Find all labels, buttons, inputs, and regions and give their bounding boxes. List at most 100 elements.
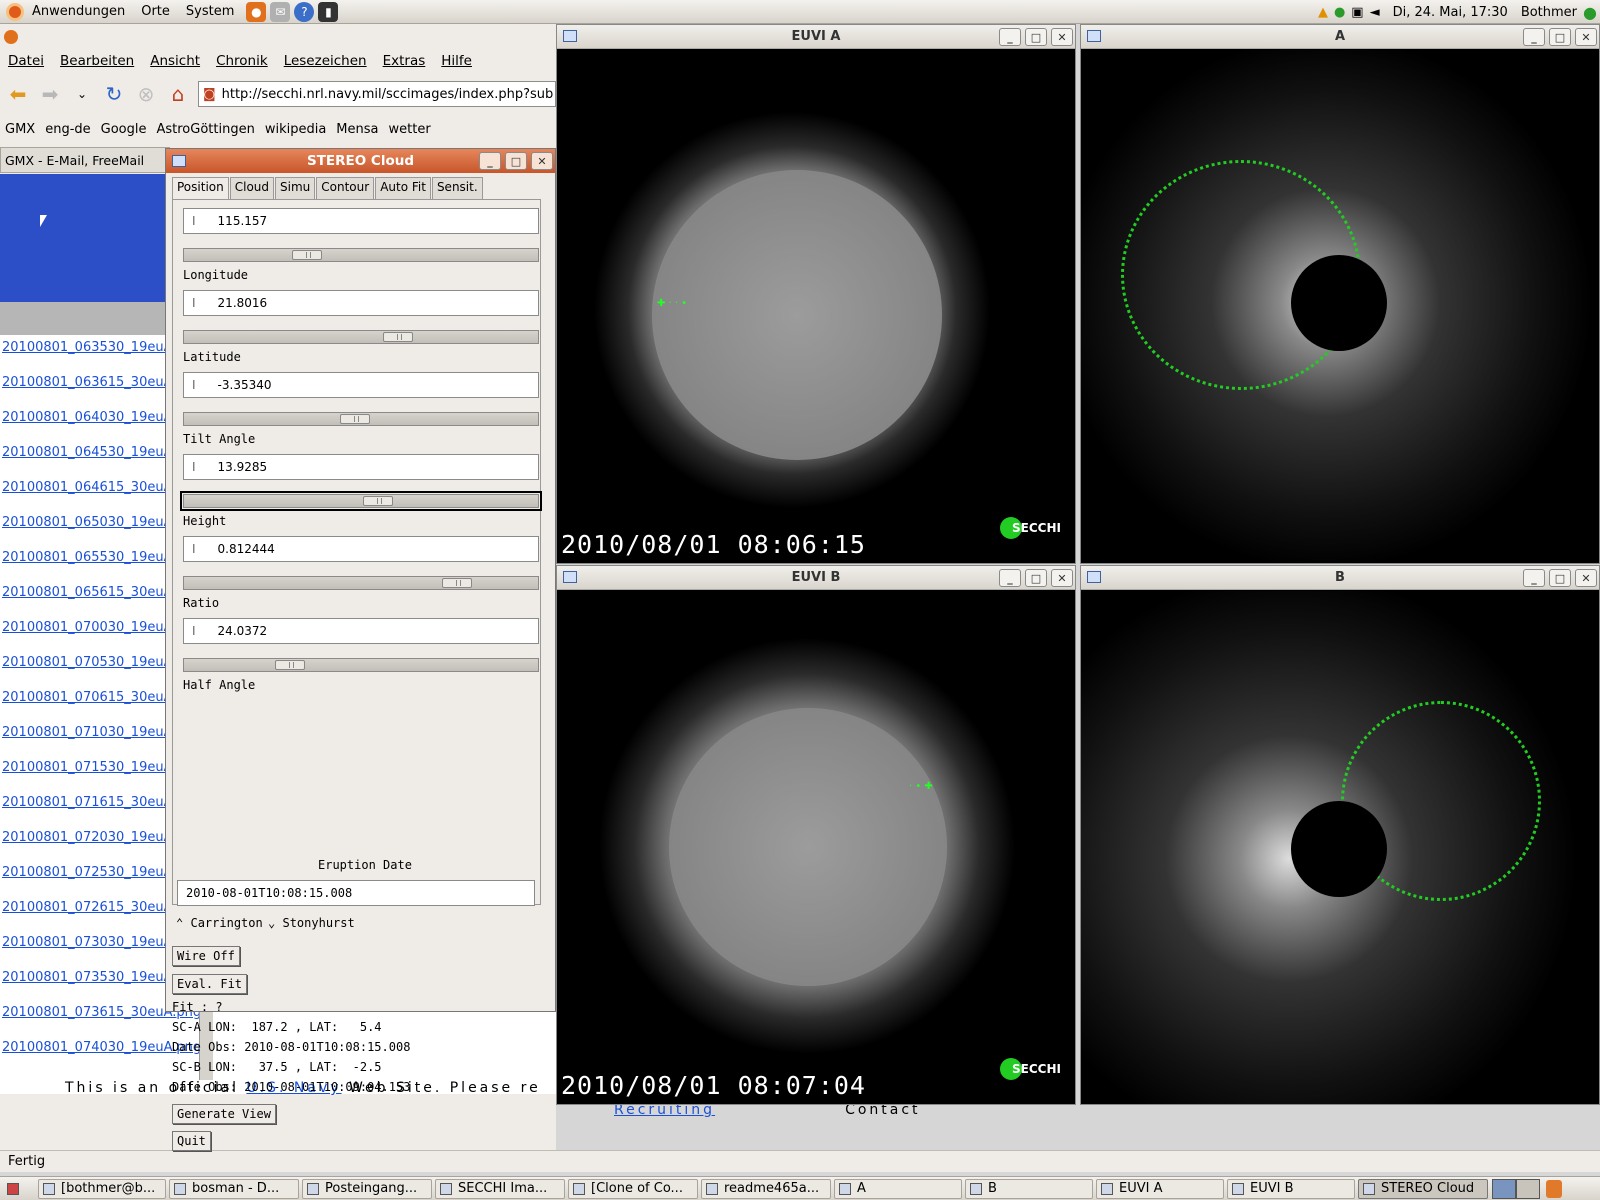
slider-knob[interactable] xyxy=(441,578,472,588)
maximize-button[interactable]: □ xyxy=(1025,569,1047,587)
menu-lesezeichen[interactable]: Lesezeichen xyxy=(276,53,375,69)
menu-bearbeiten[interactable]: Bearbeiten xyxy=(52,53,142,69)
param-input-1[interactable]: I 21.8016 xyxy=(183,290,539,316)
param-input-5[interactable]: I 24.0372 xyxy=(183,618,539,644)
slider-knob[interactable] xyxy=(382,332,413,342)
radio-carrington[interactable]: ⌃ Carrington xyxy=(176,916,263,930)
minimize-button[interactable]: _ xyxy=(1523,28,1545,46)
browser-tab[interactable]: GMX - E-Mail, FreeMail xyxy=(0,147,170,173)
param-input-4[interactable]: I 0.812444 xyxy=(183,536,539,562)
bookmark-eng-de[interactable]: eng-de xyxy=(40,122,95,137)
wire-off-button[interactable]: Wire Off xyxy=(172,946,240,966)
menu-applications[interactable]: Anwendungen xyxy=(24,4,133,19)
bookmark-mensa[interactable]: Mensa xyxy=(331,122,383,137)
tab-auto-fit[interactable]: Auto Fit xyxy=(375,177,431,199)
history-dropdown-icon[interactable]: ⌄ xyxy=(68,80,96,108)
maximize-button[interactable]: □ xyxy=(1549,569,1571,587)
param-input-0[interactable]: I 115.157 xyxy=(183,208,539,234)
maximize-button[interactable]: □ xyxy=(1025,28,1047,46)
maximize-button[interactable]: □ xyxy=(1549,28,1571,46)
taskbar-item[interactable]: A xyxy=(834,1178,962,1199)
menu-datei[interactable]: Datei xyxy=(0,53,52,69)
window-euvi-a[interactable]: EUVI A _ □ ✕ ✚ · · • 2010/08/01 08:06:15 S… xyxy=(556,24,1076,564)
slider-knob[interactable] xyxy=(340,414,371,424)
url-bar[interactable]: ◙ http://secchi.nrl.navy.mil/sccimages/in… xyxy=(198,81,556,107)
eval-fit-button[interactable]: Eval. Fit xyxy=(172,974,248,994)
terminal-launcher-icon[interactable]: ▮ xyxy=(318,1,339,22)
taskbar-item[interactable]: [bothmer@b... xyxy=(38,1178,166,1199)
tab-cloud[interactable]: Cloud xyxy=(229,177,275,199)
param-slider-4[interactable] xyxy=(183,576,539,590)
minimize-button[interactable]: _ xyxy=(1523,569,1545,587)
taskbar-item[interactable]: B xyxy=(965,1178,1093,1199)
close-button[interactable]: ✕ xyxy=(1575,569,1597,587)
window-b[interactable]: B _ □ ✕ xyxy=(1080,565,1600,1105)
cor-a-image[interactable] xyxy=(1081,50,1599,563)
param-slider-5[interactable] xyxy=(183,658,539,672)
menu-ansicht[interactable]: Ansicht xyxy=(142,53,208,69)
taskbar-item[interactable]: EUVI A xyxy=(1096,1178,1224,1199)
taskbar-item[interactable]: bosman - D... xyxy=(169,1178,299,1199)
stop-icon[interactable]: ⊗ xyxy=(132,80,160,108)
bookmark-google[interactable]: Google xyxy=(96,122,152,137)
menu-places[interactable]: Orte xyxy=(133,4,178,19)
close-button[interactable]: ✕ xyxy=(1575,28,1597,46)
firefox-launcher-icon[interactable]: ● xyxy=(246,1,267,22)
workspace-1[interactable] xyxy=(1492,1178,1516,1199)
param-slider-0[interactable] xyxy=(183,248,539,262)
close-button[interactable]: ✕ xyxy=(531,152,553,170)
firefox-window-icon[interactable] xyxy=(4,30,18,44)
volume-icon[interactable]: ◄ xyxy=(1370,5,1380,20)
tab-contour[interactable]: Contour xyxy=(316,177,375,199)
status-online-icon[interactable]: ● xyxy=(1583,3,1597,22)
taskbar-item[interactable]: Posteingang... xyxy=(302,1178,432,1199)
slider-knob[interactable] xyxy=(291,250,322,260)
menu-chronik[interactable]: Chronik xyxy=(208,53,276,69)
param-input-2[interactable]: I -3.35340 xyxy=(183,372,539,398)
dialog-titlebar[interactable]: STEREO Cloud _ □ ✕ xyxy=(166,149,555,173)
tab-position[interactable]: Position xyxy=(172,177,229,199)
slider-knob[interactable] xyxy=(363,496,394,506)
bookmark-wetter[interactable]: wetter xyxy=(384,122,436,137)
bookmark-wikipedia[interactable]: wikipedia xyxy=(260,122,331,137)
taskbar-item[interactable]: STEREO Cloud xyxy=(1358,1178,1488,1199)
window-a[interactable]: A _ □ ✕ xyxy=(1080,24,1600,564)
euvi-b-image[interactable]: · • ✚ 2010/08/01 08:07:04 SECCHI xyxy=(557,591,1075,1104)
workspace-2[interactable] xyxy=(1516,1178,1540,1199)
warning-icon[interactable]: ▲ xyxy=(1318,5,1328,20)
quit-button[interactable]: Quit xyxy=(172,1131,211,1151)
menu-system[interactable]: System xyxy=(178,4,242,19)
close-button[interactable]: ✕ xyxy=(1051,28,1073,46)
workspace-switcher[interactable] xyxy=(1492,1178,1540,1199)
show-desktop-icon[interactable] xyxy=(3,1179,35,1199)
close-button[interactable]: ✕ xyxy=(1051,569,1073,587)
param-slider-1[interactable] xyxy=(183,330,539,344)
taskbar-item[interactable]: readme465a... xyxy=(701,1178,831,1199)
eruption-date-input[interactable]: 2010-08-01T10:08:15.008 xyxy=(177,880,535,906)
param-input-3[interactable]: I 13.9285 xyxy=(183,454,539,480)
help-launcher-icon[interactable]: ? xyxy=(294,1,315,22)
slider-knob[interactable] xyxy=(275,660,306,670)
maximize-button[interactable]: □ xyxy=(505,152,527,170)
reload-icon[interactable]: ↻ xyxy=(100,80,128,108)
generate-view-button[interactable]: Generate View xyxy=(172,1104,276,1124)
network-icon[interactable]: ▣ xyxy=(1351,5,1363,20)
minimize-button[interactable]: _ xyxy=(999,28,1021,46)
trash-icon[interactable] xyxy=(1546,1179,1562,1198)
taskbar-item[interactable]: EUVI B xyxy=(1227,1178,1355,1199)
radio-stonyhurst[interactable]: ⌄ Stonyhurst xyxy=(268,916,355,930)
minimize-button[interactable]: _ xyxy=(999,569,1021,587)
home-icon[interactable]: ⌂ xyxy=(164,80,192,108)
taskbar-item[interactable]: SECCHI Ima... xyxy=(435,1178,565,1199)
bookmark-gmx[interactable]: GMX xyxy=(0,122,40,137)
menu-extras[interactable]: Extras xyxy=(375,53,434,69)
mail-launcher-icon[interactable]: ✉ xyxy=(270,1,291,22)
update-icon[interactable]: ● xyxy=(1334,5,1345,20)
ubuntu-logo-icon[interactable] xyxy=(6,2,24,21)
back-icon[interactable]: ⬅ xyxy=(4,80,32,108)
menu-hilfe[interactable]: Hilfe xyxy=(433,53,480,69)
param-slider-2[interactable] xyxy=(183,412,539,426)
tab-simu[interactable]: Simu xyxy=(275,177,316,199)
user-name[interactable]: Bothmer xyxy=(1521,5,1577,20)
minimize-button[interactable]: _ xyxy=(479,152,501,170)
